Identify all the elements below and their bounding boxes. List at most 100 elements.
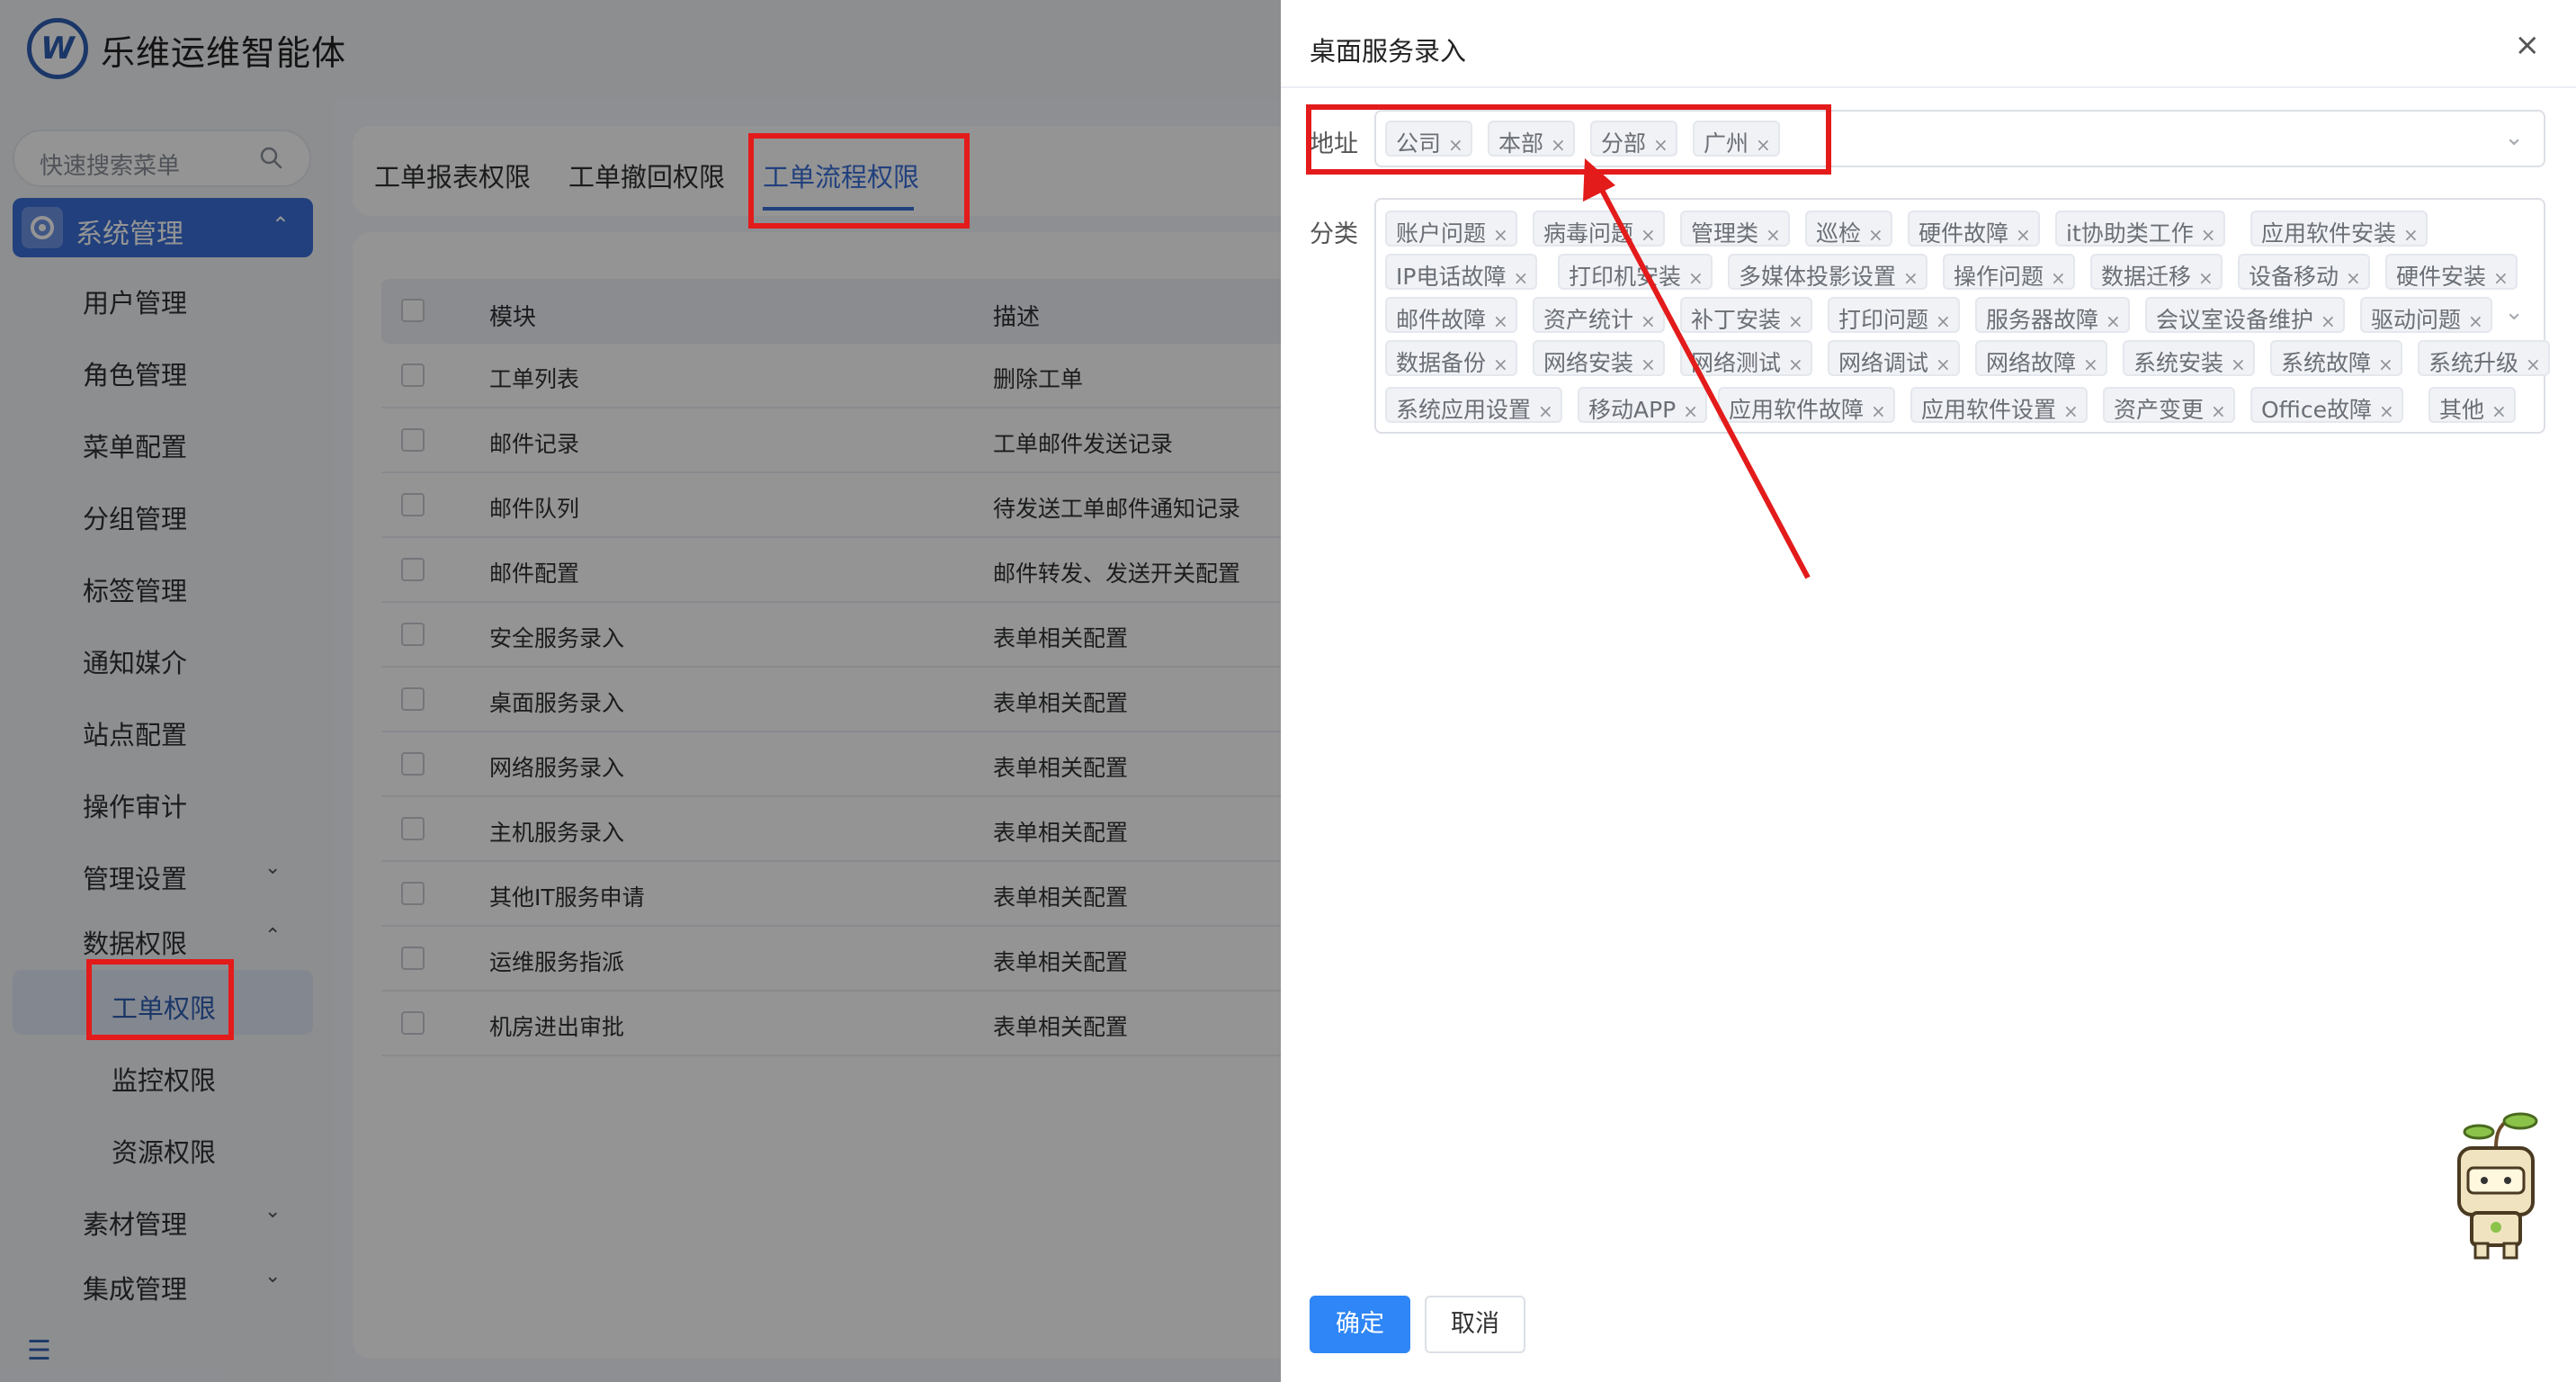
tag-label: 网络测试: [1691, 350, 1782, 376]
category-tag: 资产变更 ×: [2103, 387, 2235, 423]
tag-close-icon[interactable]: ×: [2321, 310, 2336, 332]
confirm-button[interactable]: 确定: [1310, 1296, 1410, 1353]
chevron-down-icon[interactable]: ⌄: [2504, 299, 2524, 326]
category-tag: 会议室设备维护 ×: [2145, 297, 2345, 333]
close-icon[interactable]: ×: [2515, 27, 2541, 63]
category-tag: 打印问题 ×: [1828, 297, 1960, 333]
category-tag: Office故障 ×: [2250, 387, 2403, 423]
tag-label: 管理类: [1691, 220, 1759, 247]
category-tag: 移动APP ×: [1578, 387, 1708, 423]
tag-label: 网络调试: [1838, 350, 1929, 376]
category-label: 分类: [1310, 220, 1358, 248]
drawer-title: 桌面服务录入: [1310, 36, 1467, 67]
cancel-button[interactable]: 取消: [1425, 1296, 1525, 1353]
tag-close-icon[interactable]: ×: [1493, 224, 1508, 246]
tag-close-icon[interactable]: ×: [2493, 267, 2509, 289]
tag-close-icon[interactable]: ×: [2378, 354, 2393, 375]
tag-close-icon[interactable]: ×: [1936, 310, 1951, 332]
tag-label: 打印问题: [1838, 307, 1929, 333]
tag-close-icon[interactable]: ×: [2346, 267, 2361, 289]
category-tag: 服务器故障 ×: [1975, 297, 2130, 333]
tag-label: 账户问题: [1396, 220, 1487, 247]
tag-close-icon[interactable]: ×: [1868, 224, 1883, 246]
tag-close-icon[interactable]: ×: [2083, 354, 2098, 375]
drawer-divider: [1281, 86, 2576, 88]
tag-close-icon[interactable]: ×: [1493, 310, 1508, 332]
annotation-box-address: [1306, 104, 1831, 175]
tag-close-icon[interactable]: ×: [2526, 354, 2541, 375]
tag-close-icon[interactable]: ×: [2063, 400, 2079, 422]
tag-label: 邮件故障: [1396, 307, 1487, 333]
category-tag: 资产统计 ×: [1533, 297, 1665, 333]
tag-close-icon[interactable]: ×: [2379, 400, 2394, 422]
tag-close-icon[interactable]: ×: [2491, 400, 2507, 422]
tag-close-icon[interactable]: ×: [1641, 224, 1656, 246]
category-tag: 数据备份 ×: [1385, 340, 1517, 376]
tag-close-icon[interactable]: ×: [2198, 267, 2214, 289]
tag-close-icon[interactable]: ×: [2051, 267, 2066, 289]
tag-close-icon[interactable]: ×: [1641, 354, 1656, 375]
category-tag: 网络调试 ×: [1828, 340, 1960, 376]
tag-label: 设备移动: [2249, 264, 2339, 290]
tag-close-icon[interactable]: ×: [2231, 354, 2246, 375]
tag-close-icon[interactable]: ×: [1903, 267, 1919, 289]
category-tag: 其他 ×: [2428, 387, 2516, 423]
category-select[interactable]: 账户问题 × 病毒问题 × 管理类 × 巡检 × 硬件故障 × it协助类工作 × 应用软件安装 × IP电…: [1374, 198, 2550, 434]
category-tag: 驱动问题 ×: [2360, 297, 2492, 333]
tag-close-icon[interactable]: ×: [2106, 310, 2121, 332]
tag-close-icon[interactable]: ×: [1683, 400, 1698, 422]
category-tag: 多媒体投影设置 ×: [1728, 254, 1928, 290]
tag-close-icon[interactable]: ×: [2468, 310, 2483, 332]
tag-close-icon[interactable]: ×: [1766, 224, 1781, 246]
mascot-sprout-icon[interactable]: [2446, 1112, 2545, 1265]
tag-label: 服务器故障: [1986, 307, 2099, 333]
tag-label: 数据备份: [1396, 350, 1487, 376]
tag-close-icon[interactable]: ×: [1936, 354, 1951, 375]
tag-label: 应用软件故障: [1729, 397, 1865, 423]
modal-overlay[interactable]: [0, 0, 1281, 1382]
tag-close-icon[interactable]: ×: [1788, 310, 1803, 332]
category-tag: 账户问题 ×: [1385, 211, 1517, 247]
category-tag: 操作问题 ×: [1943, 254, 2075, 290]
tag-close-icon[interactable]: ×: [2211, 400, 2226, 422]
chevron-down-icon[interactable]: ⌄: [2504, 124, 2524, 151]
tag-close-icon[interactable]: ×: [1788, 354, 1803, 375]
tag-label: 应用软件设置: [1921, 397, 2057, 423]
category-tag: 数据迁移 ×: [2090, 254, 2223, 290]
category-tag: 巡检 ×: [1805, 211, 1892, 247]
tag-close-icon[interactable]: ×: [1493, 354, 1508, 375]
annotation-box-tab: [748, 133, 970, 229]
tag-close-icon[interactable]: ×: [1538, 400, 1553, 422]
tag-close-icon[interactable]: ×: [1688, 267, 1704, 289]
tag-label: 网络安装: [1543, 350, 1634, 376]
tag-close-icon[interactable]: ×: [1871, 400, 1886, 422]
tag-label: 应用软件安装: [2261, 220, 2397, 247]
category-tag: 网络测试 ×: [1680, 340, 1812, 376]
tag-label: it协助类工作: [2066, 220, 2194, 247]
tag-label: 硬件安装: [2396, 264, 2487, 290]
category-tag: 系统升级 ×: [2418, 340, 2550, 376]
tag-label: 资产变更: [2114, 397, 2205, 423]
category-tag: 硬件安装 ×: [2385, 254, 2518, 290]
tag-label: 巡检: [1816, 220, 1862, 247]
category-tag: 管理类 ×: [1680, 211, 1790, 247]
category-tag: 打印机安装 ×: [1558, 254, 1713, 290]
tag-label: 系统应用设置: [1396, 397, 1532, 423]
tag-close-icon[interactable]: ×: [1641, 310, 1656, 332]
tag-close-icon[interactable]: ×: [1513, 267, 1528, 289]
tag-label: 多媒体投影设置: [1739, 264, 1897, 290]
category-tag: 邮件故障 ×: [1385, 297, 1517, 333]
tag-label: 驱动问题: [2371, 307, 2462, 333]
tag-label: 其他: [2439, 397, 2485, 423]
tag-label: 系统故障: [2281, 350, 2372, 376]
tag-close-icon[interactable]: ×: [2403, 224, 2419, 246]
category-tag: 网络安装 ×: [1533, 340, 1665, 376]
annotation-box-menu: [86, 959, 234, 1040]
tag-label: IP电话故障: [1396, 264, 1507, 290]
category-tag: 应用软件安装 ×: [2250, 211, 2428, 247]
tag-label: 会议室设备维护: [2156, 307, 2314, 333]
tag-close-icon[interactable]: ×: [2016, 224, 2031, 246]
tag-label: 资产统计: [1543, 307, 1634, 333]
tag-close-icon[interactable]: ×: [2201, 224, 2216, 246]
category-tag: 硬件故障 ×: [1908, 211, 2040, 247]
